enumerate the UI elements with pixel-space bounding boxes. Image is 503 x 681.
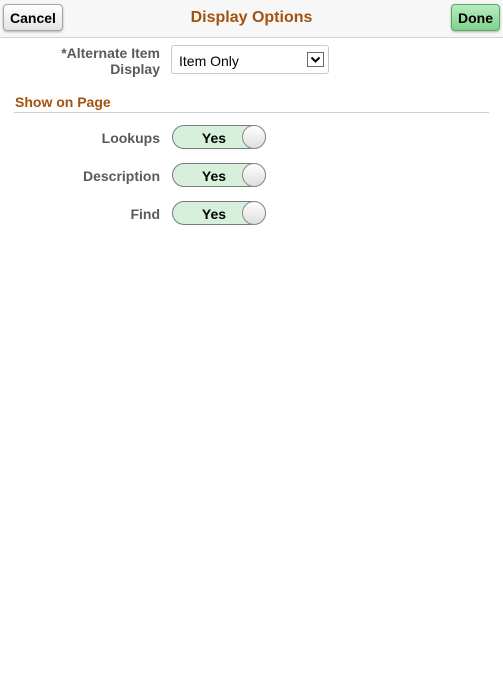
label-line-1: *Alternate Item (61, 45, 160, 61)
done-button[interactable]: Done (451, 4, 500, 31)
find-toggle[interactable]: Yes (172, 201, 266, 225)
description-toggle[interactable]: Yes (172, 163, 266, 187)
chevron-down-icon[interactable] (307, 52, 324, 67)
alternate-item-display-select[interactable]: Item Only (171, 45, 329, 74)
toggle-knob (242, 201, 266, 225)
label-line-2: Display (110, 61, 160, 77)
description-label: Description (82, 168, 160, 184)
select-value: Item Only (179, 53, 239, 69)
section-divider (14, 112, 489, 113)
find-label: Find (130, 206, 160, 222)
section-title: Show on Page (15, 94, 111, 110)
toggle-knob (242, 125, 266, 149)
alternate-item-display-label: *Alternate Item Display (61, 45, 160, 77)
header-bar: Cancel Display Options Done (0, 0, 503, 38)
toggle-knob (242, 163, 266, 187)
lookups-toggle[interactable]: Yes (172, 125, 266, 149)
lookups-label: Lookups (101, 130, 160, 146)
page-title: Display Options (190, 9, 313, 26)
